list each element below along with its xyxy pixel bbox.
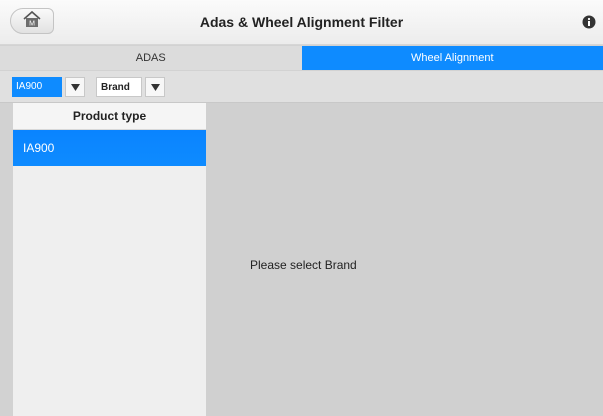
product-type-header: Product type — [13, 103, 206, 130]
brand-dropdown-arrow[interactable] — [145, 77, 165, 97]
empty-state-message: Please select Brand — [250, 258, 357, 272]
brand-content-area: Please select Brand — [206, 103, 603, 416]
tab-wheel-alignment[interactable]: Wheel Alignment — [301, 46, 603, 70]
product-dropdown[interactable]: IA900 — [12, 77, 85, 97]
product-dropdown-value[interactable]: IA900 — [12, 77, 62, 97]
tab-adas[interactable]: ADAS — [0, 46, 302, 70]
caret-down-icon — [150, 78, 160, 96]
brand-dropdown[interactable]: Brand — [96, 77, 165, 97]
product-dropdown-arrow[interactable] — [65, 77, 85, 97]
title-bar: M Adas & Wheel Alignment Filter — [0, 0, 603, 45]
filter-bar: IA900 Brand — [0, 71, 603, 103]
info-icon[interactable] — [582, 15, 596, 29]
tab-bar: ADAS Wheel Alignment — [0, 46, 603, 70]
product-type-panel: Product type IA900 — [13, 103, 206, 416]
list-item-ia900[interactable]: IA900 — [13, 130, 206, 166]
brand-dropdown-value[interactable]: Brand — [96, 77, 142, 97]
caret-down-icon — [70, 78, 80, 96]
page-title: Adas & Wheel Alignment Filter — [199, 14, 404, 30]
